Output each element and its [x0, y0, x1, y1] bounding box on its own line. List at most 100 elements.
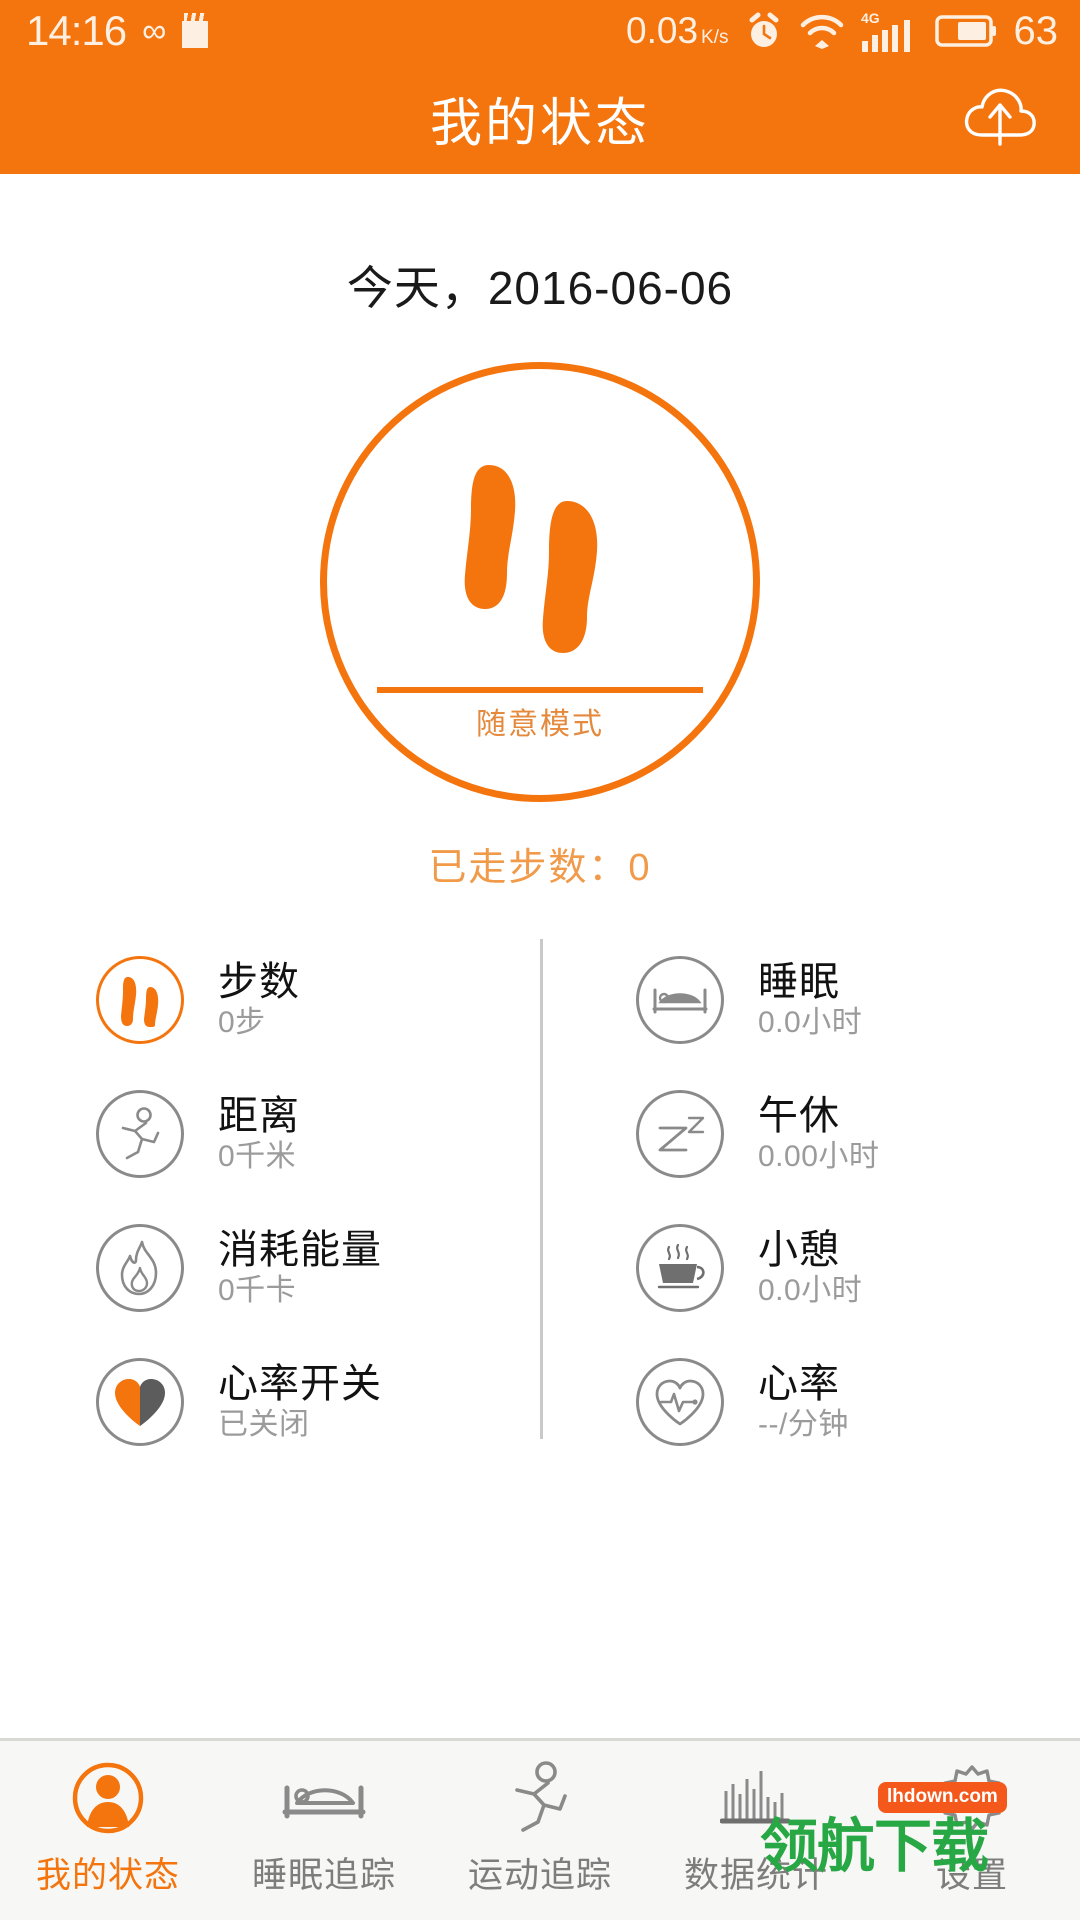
- infinity-icon: ∞: [142, 12, 167, 50]
- stat-value: --/分钟: [758, 1408, 849, 1442]
- stat-row-heart-rate[interactable]: 心率 --/分钟: [636, 1335, 1080, 1469]
- heart-switch-icon-circle: [96, 1358, 184, 1446]
- stat-text: 睡眠 0.0小时: [758, 961, 862, 1039]
- svg-text:4G: 4G: [861, 10, 880, 26]
- network-speed-unit: K/s: [701, 27, 729, 48]
- footprints-icon: [464, 465, 598, 653]
- sleep-icon-circle: [636, 956, 724, 1044]
- stat-text: 小憩 0.0小时: [758, 1229, 862, 1307]
- steps-icon-circle: [96, 956, 184, 1044]
- cloud-upload-button[interactable]: [958, 76, 1042, 160]
- wifi-icon: [800, 14, 843, 49]
- stat-label: 距离: [218, 1094, 300, 1139]
- stat-text: 消耗能量 0千卡: [218, 1229, 382, 1307]
- stat-value: 0.00小时: [758, 1140, 880, 1174]
- tab-sport-tracking[interactable]: 运动追踪: [432, 1741, 648, 1898]
- stat-row-steps[interactable]: 步数 0步: [96, 933, 540, 1067]
- stat-label: 步数: [218, 960, 300, 1005]
- notepad-icon: [182, 13, 209, 48]
- status-bar-clock: 14:16: [26, 7, 127, 54]
- stats-grid: 步数 0步 距离 0千米 消耗能量 0千卡 心率开关 已关闭 睡眠 0.0小时 …: [0, 933, 1080, 1469]
- tab-my-status[interactable]: 我的状态: [0, 1741, 216, 1898]
- battery-level: 63: [1013, 8, 1059, 53]
- bed-icon: [652, 988, 708, 1014]
- stat-text: 午休 0.00小时: [758, 1095, 879, 1173]
- stat-row-nap[interactable]: 午休 0.00小时: [636, 1067, 1080, 1201]
- cloud-upload-icon: [964, 88, 1036, 146]
- stats-vertical-divider: [540, 939, 543, 1439]
- status-bar: 14:16 ∞ 0.03 K/s 4G 63: [0, 0, 1080, 62]
- page-title: 我的状态: [429, 94, 650, 153]
- tab-icon: [720, 1761, 792, 1835]
- tab-sleep-tracking[interactable]: 睡眠追踪: [216, 1741, 432, 1898]
- tab-settings[interactable]: 设置: [864, 1741, 1080, 1898]
- stat-text: 步数 0步: [218, 961, 300, 1039]
- break-icon-circle: [636, 1224, 724, 1312]
- stat-value: 0步: [218, 1006, 266, 1040]
- tab-label: 运动追踪: [467, 1856, 612, 1895]
- progress-ring[interactable]: 随意模式: [320, 362, 760, 802]
- zzz-icon: [658, 1116, 705, 1152]
- tab-icon: [504, 1761, 576, 1835]
- tab-label: 睡眠追踪: [251, 1856, 396, 1895]
- stat-label: 心率开关: [218, 1362, 382, 1407]
- stat-text: 心率 --/分钟: [758, 1363, 849, 1441]
- tab-icon: [281, 1761, 367, 1835]
- stat-value: 已关闭: [218, 1408, 310, 1442]
- running-person-icon: [515, 1761, 567, 1832]
- calories-icon-circle: [96, 1224, 184, 1312]
- bar-chart-icon: [720, 1771, 791, 1824]
- tab-label: 设置: [935, 1856, 1008, 1895]
- stat-label: 睡眠: [758, 960, 840, 1005]
- stat-value: 0千卡: [218, 1274, 297, 1308]
- stat-row-heart-switch[interactable]: 心率开关 已关闭: [96, 1335, 540, 1469]
- stat-row-calories[interactable]: 消耗能量 0千卡: [96, 1201, 540, 1335]
- stat-row-sleep[interactable]: 睡眠 0.0小时: [636, 933, 1080, 1067]
- running-person-icon: [121, 1107, 160, 1160]
- steps-summary: 已走步数：0: [428, 847, 652, 889]
- stat-value: 0千米: [218, 1140, 297, 1174]
- stat-value: 0.0小时: [758, 1274, 863, 1308]
- stat-text: 距离 0千米: [218, 1095, 300, 1173]
- bottom-tab-bar: 我的状态 睡眠追踪 运动追踪 数据统计 设置: [0, 1738, 1080, 1920]
- stat-row-break[interactable]: 小憩 0.0小时: [636, 1201, 1080, 1335]
- stats-column-left: 步数 0步 距离 0千米 消耗能量 0千卡 心率开关 已关闭: [0, 933, 540, 1469]
- tab-icon: [71, 1761, 145, 1835]
- battery-icon: [934, 15, 996, 47]
- stat-text: 心率开关 已关闭: [218, 1363, 382, 1441]
- signal-bars-icon: 4G: [861, 10, 910, 52]
- bed-icon: [282, 1785, 366, 1819]
- ring-mode-label: 随意模式: [476, 708, 604, 741]
- stat-label: 午休: [758, 1094, 840, 1139]
- app-screen: 14:16 ∞ 0.03 K/s 4G 63 我的状态 今天，2016-06-0…: [0, 0, 1080, 1920]
- heart-pulse-icon: [655, 1379, 705, 1426]
- tab-data-statistics[interactable]: 数据统计: [648, 1741, 864, 1898]
- stat-label: 小憩: [758, 1228, 840, 1273]
- tab-label: 数据统计: [683, 1856, 828, 1895]
- network-speed-value: 0.03: [626, 10, 699, 51]
- nap-icon-circle: [636, 1090, 724, 1178]
- heart-rate-icon-circle: [636, 1358, 724, 1446]
- heart-toggle-icon: [115, 1379, 165, 1426]
- app-bar: 我的状态: [0, 62, 1080, 174]
- status-bar-right: 0.03 K/s 4G 63: [626, 9, 1058, 54]
- stat-label: 消耗能量: [218, 1228, 382, 1273]
- status-bar-left: 14:16 ∞: [26, 7, 209, 54]
- stats-column-right: 睡眠 0.0小时 午休 0.00小时 小憩 0.0小时 心率 --/分钟: [540, 933, 1080, 1469]
- gear-icon: [939, 1765, 1005, 1831]
- ring-divider: [377, 687, 703, 693]
- flame-icon: [120, 1240, 158, 1296]
- person-avatar-icon: [72, 1762, 144, 1834]
- tab-icon: [937, 1761, 1007, 1835]
- tab-label: 我的状态: [35, 1856, 180, 1895]
- progress-ring-wrapper: 随意模式: [0, 362, 1080, 802]
- stat-label: 心率: [758, 1362, 840, 1407]
- footprints-icon: [121, 977, 159, 1027]
- distance-icon-circle: [96, 1090, 184, 1178]
- coffee-cup-icon: [657, 1243, 705, 1289]
- network-speed: 0.03 K/s: [626, 10, 728, 52]
- date-label: 今天，2016-06-06: [346, 262, 734, 314]
- stat-row-distance[interactable]: 距离 0千米: [96, 1067, 540, 1201]
- alarm-clock-icon: [749, 12, 778, 47]
- main-content: 今天，2016-06-06 随意模式 已走步数：0 步数 0步 距离 0千米 消…: [0, 174, 1080, 1738]
